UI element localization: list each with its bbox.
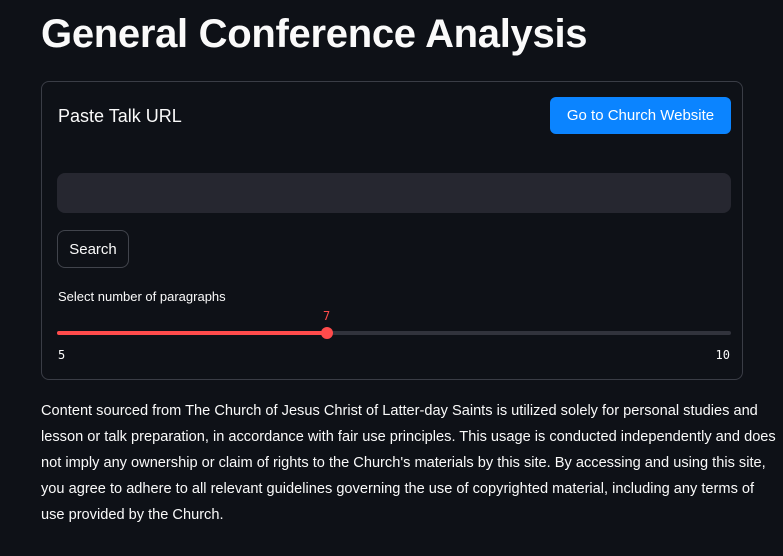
- disclaimer-text: Content sourced from The Church of Jesus…: [41, 403, 776, 523]
- url-form-container: Paste Talk URL Go to Church Website Sear…: [41, 81, 743, 380]
- page-title: General Conference Analysis: [41, 12, 588, 56]
- paragraph-count-slider[interactable]: 7: [57, 309, 731, 341]
- go-to-church-website-button[interactable]: Go to Church Website: [550, 97, 731, 134]
- url-label: Paste Talk URL: [58, 106, 182, 126]
- search-button[interactable]: Search: [57, 230, 129, 268]
- talk-url-input[interactable]: [57, 173, 731, 213]
- slider-thumb[interactable]: [320, 327, 333, 339]
- slider-max-label: 10: [715, 348, 730, 362]
- slider-label: Select number of paragraphs: [58, 289, 226, 304]
- slider-fill: [57, 331, 327, 335]
- slider-value: 7: [322, 309, 331, 323]
- slider-min-label: 5: [58, 348, 66, 362]
